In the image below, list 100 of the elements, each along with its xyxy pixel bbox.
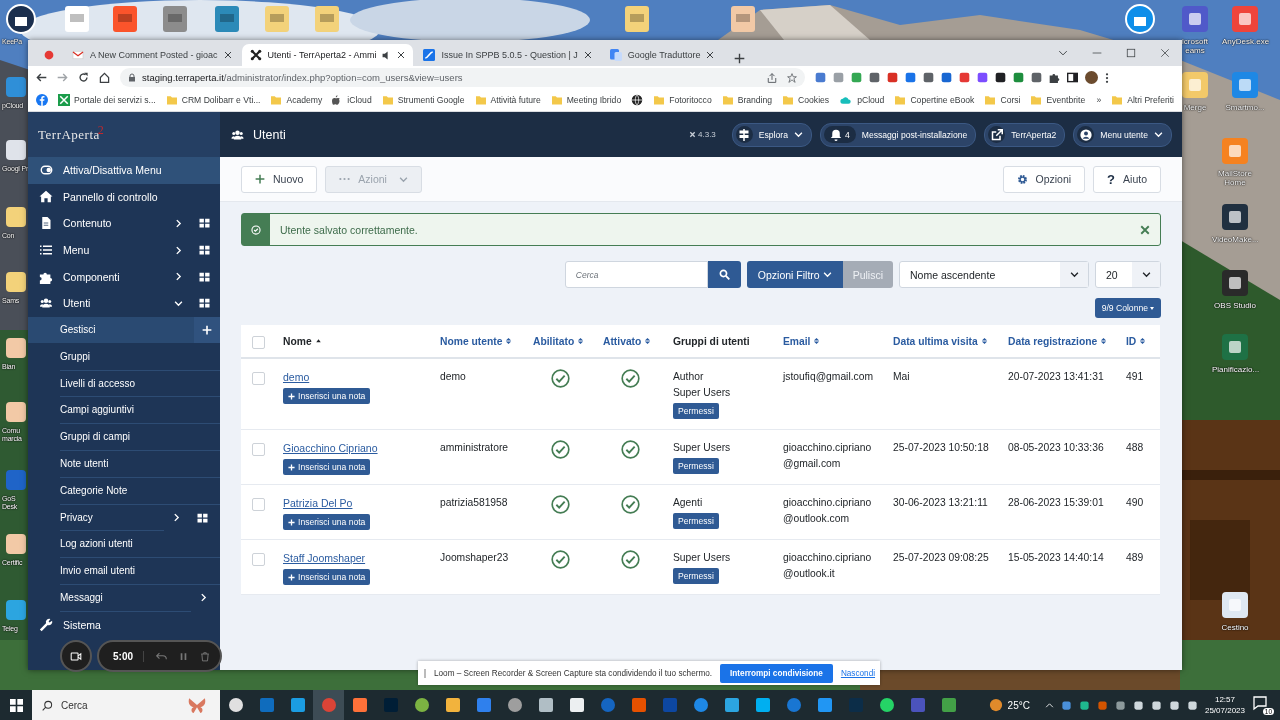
submenu-item[interactable]: Messaggi bbox=[28, 584, 220, 612]
shortcut-icon[interactable] bbox=[4, 138, 28, 162]
status-toggle[interactable] bbox=[620, 495, 640, 514]
submenu-item[interactable]: Gruppi bbox=[28, 343, 220, 371]
add-button[interactable] bbox=[194, 316, 220, 344]
shortcut-icon[interactable] bbox=[4, 400, 28, 424]
add-note-button[interactable]: Inserisci una nota bbox=[283, 459, 371, 475]
close-button[interactable] bbox=[1140, 224, 1150, 235]
bookmark[interactable]: Portale dei servizi s... bbox=[58, 94, 156, 106]
shortcut-icon[interactable] bbox=[1220, 202, 1250, 232]
user-name-link[interactable]: Staff Joomshaper bbox=[283, 550, 366, 566]
bookmark[interactable]: Corsi bbox=[984, 95, 1021, 105]
header-button[interactable]: Menu utente bbox=[1073, 122, 1172, 147]
bookmark[interactable]: Meeting Ibrido bbox=[550, 95, 622, 105]
browser-tab[interactable]: Issue In SPPB 5.0.5 - Question | J bbox=[415, 44, 600, 66]
columns-button[interactable]: 9/9 Colonne bbox=[1094, 298, 1161, 318]
bookmark[interactable]: Eventbrite bbox=[1030, 95, 1086, 105]
ordering-select[interactable]: Nome ascendente bbox=[899, 261, 1089, 288]
checkbox[interactable] bbox=[251, 553, 265, 566]
checkbox[interactable] bbox=[251, 372, 265, 385]
more-bookmarks[interactable]: » bbox=[1096, 95, 1102, 105]
bookmark[interactable]: Attività future bbox=[474, 95, 541, 105]
search-button[interactable] bbox=[707, 261, 741, 288]
toolbar-button[interactable]: ? Aiuto bbox=[1093, 165, 1161, 193]
sidebar-item[interactable]: Menu bbox=[28, 236, 220, 264]
shortcut-icon[interactable] bbox=[4, 205, 28, 229]
toolbar-button[interactable]: Nuovo bbox=[241, 165, 318, 193]
permissions-button[interactable]: Permessi bbox=[673, 568, 719, 584]
shortcut-icon[interactable] bbox=[4, 336, 28, 360]
filter-options-button[interactable]: Opzioni Filtro bbox=[746, 261, 843, 288]
checkbox[interactable] bbox=[251, 336, 265, 349]
site-logo[interactable]: TerrAperta2 bbox=[38, 126, 105, 143]
column-header[interactable]: Email bbox=[783, 335, 821, 347]
user-name-link[interactable]: demo bbox=[283, 369, 310, 385]
column-header[interactable]: ID bbox=[1126, 335, 1147, 347]
bookmark[interactable]: Strumenti Google bbox=[381, 95, 465, 105]
bookmark[interactable]: Cookies bbox=[782, 95, 830, 105]
bookmark[interactable]: CRM Dolibarr e Vti... bbox=[165, 95, 261, 105]
taskbar-search[interactable]: Cerca bbox=[32, 690, 220, 720]
browser-tab[interactable]: Google Traduttore bbox=[601, 44, 723, 66]
submenu-item[interactable]: Gruppi di campi bbox=[28, 423, 220, 451]
sidebar-item[interactable]: Pannello di controllo bbox=[28, 183, 220, 211]
search-field[interactable]: Cerca bbox=[564, 261, 708, 288]
sidebar-item[interactable]: Utenti bbox=[28, 289, 220, 317]
avatar-icon[interactable] bbox=[1085, 71, 1098, 84]
submenu-item[interactable]: Note utenti bbox=[28, 450, 220, 478]
hide-link[interactable]: Nascondi bbox=[840, 668, 876, 678]
header-button[interactable]: 4 Messaggi post-installazione bbox=[819, 122, 977, 147]
add-note-button[interactable]: Inserisci una nota bbox=[283, 388, 371, 404]
submenu-item[interactable]: Log azioni utenti bbox=[28, 530, 220, 558]
status-toggle[interactable] bbox=[620, 550, 640, 569]
header-button[interactable]: Esplora bbox=[731, 122, 812, 147]
status-toggle[interactable] bbox=[550, 440, 570, 459]
shortcut-icon[interactable] bbox=[1220, 268, 1250, 298]
permissions-button[interactable]: Permessi bbox=[673, 458, 719, 474]
permissions-button[interactable]: Permessi bbox=[673, 403, 719, 419]
sidebar-item[interactable]: Sistema bbox=[28, 611, 220, 638]
column-header[interactable]: Attivato bbox=[603, 335, 652, 347]
submenu-item[interactable]: Categorie Note bbox=[28, 477, 220, 505]
submenu-item[interactable]: Livelli di accesso bbox=[28, 370, 220, 397]
shortcut-icon[interactable] bbox=[4, 270, 28, 294]
limit-select[interactable]: 20 bbox=[1095, 261, 1161, 288]
submenu-item[interactable]: Invio email utenti bbox=[28, 557, 220, 585]
status-toggle[interactable] bbox=[620, 369, 640, 388]
bookmark[interactable]: Copertine eBook bbox=[894, 95, 975, 105]
submenu-item[interactable]: Campi aggiuntivi bbox=[28, 396, 220, 424]
sidebar-item[interactable]: Componenti bbox=[28, 263, 220, 290]
status-toggle[interactable] bbox=[620, 440, 640, 459]
permissions-button[interactable]: Permessi bbox=[673, 513, 719, 529]
clock[interactable]: 12:57 25/07/2023 bbox=[1204, 694, 1245, 716]
toolbar-button[interactable]: Opzioni bbox=[1002, 165, 1086, 193]
browser-tab[interactable]: Utenti - TerrAperta2 - Ammi bbox=[241, 44, 414, 66]
status-toggle[interactable] bbox=[550, 369, 570, 388]
column-header[interactable]: Nome bbox=[283, 335, 322, 347]
bookmark[interactable]: Fotoritocco bbox=[653, 95, 712, 105]
user-name-link[interactable]: Patrizia Del Po bbox=[283, 495, 353, 511]
shortcut-icon[interactable] bbox=[1220, 590, 1250, 620]
status-toggle[interactable] bbox=[550, 495, 570, 514]
bookmark[interactable]: iCloud bbox=[332, 94, 372, 106]
add-note-button[interactable]: Inserisci una nota bbox=[283, 569, 371, 585]
column-header[interactable]: Data ultima visita bbox=[893, 335, 988, 347]
submenu-item[interactable]: Privacy bbox=[28, 504, 220, 531]
sidebar-item[interactable]: Attiva/Disattiva Menu bbox=[28, 157, 220, 184]
weather-widget[interactable]: 25°C bbox=[988, 698, 1030, 712]
bookmark[interactable]: pCloud bbox=[839, 95, 885, 105]
sidebar-item[interactable]: Contenuto bbox=[28, 210, 220, 237]
bookmark-folder[interactable]: Altri Preferiti bbox=[1111, 95, 1174, 105]
address-bar[interactable]: staging.terraperta.it/administrator/index.php?option=com_users&view=users bbox=[120, 68, 805, 87]
status-toggle[interactable] bbox=[550, 550, 570, 569]
stop-sharing-button[interactable]: Interrompi condivisione bbox=[720, 663, 833, 683]
bookmark[interactable]: Branding bbox=[721, 95, 773, 105]
user-name-link[interactable]: Gioacchino Cipriano bbox=[283, 440, 378, 456]
add-note-button[interactable]: Inserisci una nota bbox=[283, 514, 371, 530]
browser-tab[interactable]: A New Comment Posted - gioac bbox=[64, 44, 240, 66]
header-button[interactable]: TerrAperta2 bbox=[984, 122, 1066, 147]
checkbox[interactable] bbox=[251, 443, 265, 456]
submenu-item[interactable]: Gestisci bbox=[28, 316, 220, 344]
column-header[interactable]: Abilitato bbox=[533, 335, 585, 347]
bookmark[interactable]: Academy bbox=[270, 95, 323, 105]
shortcut-icon[interactable] bbox=[4, 532, 28, 556]
